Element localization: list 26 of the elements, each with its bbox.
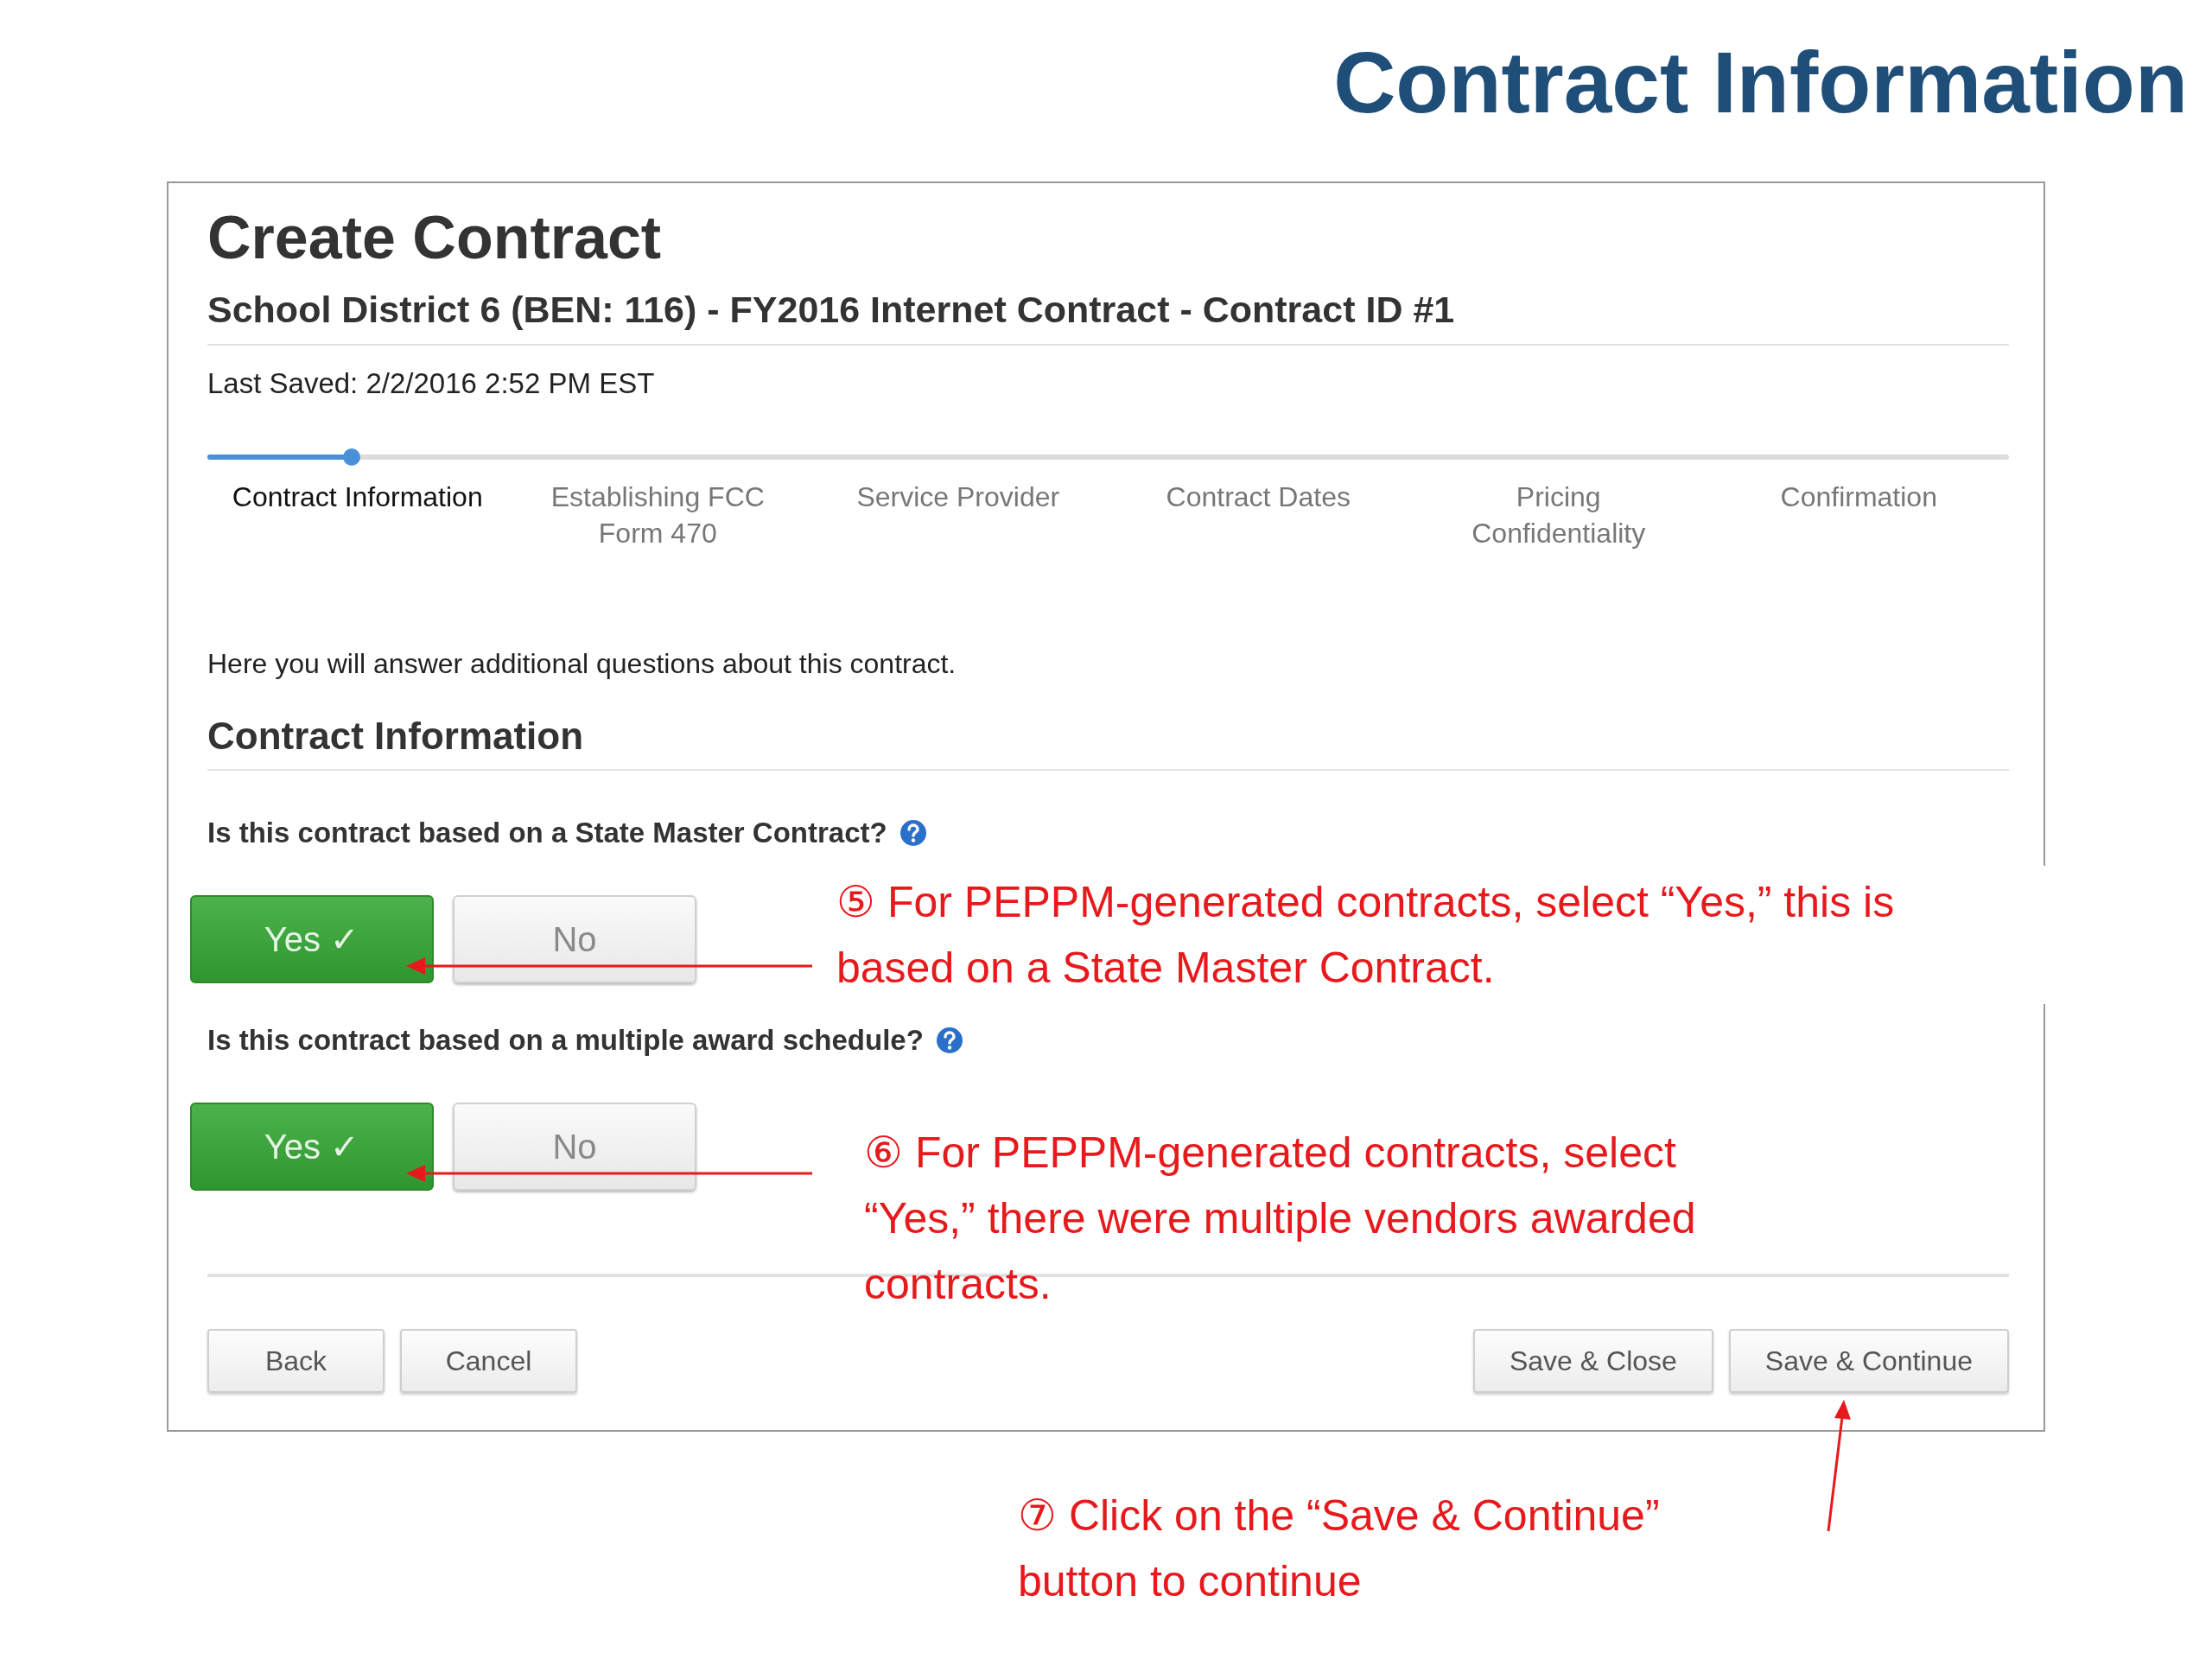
- help-icon[interactable]: [899, 819, 927, 847]
- callout-text: ⑥ For PEPPM-generated contracts, select “Yes,” there were multiple vendors awarded contracts.: [864, 1128, 1697, 1310]
- help-icon[interactable]: [935, 1027, 963, 1054]
- step-label[interactable]: Establishing FCC Form 470: [532, 479, 784, 551]
- save-button[interactable]: Save & Close: [1472, 1329, 1713, 1393]
- slide-title: Contract Information: [1333, 35, 2188, 132]
- nav-button[interactable]: Cancel: [400, 1329, 577, 1393]
- callout-text: ⑦ Click on the “Save & Continue” button to continue: [1018, 1491, 1661, 1607]
- page-heading: Create Contract: [207, 203, 663, 273]
- step-label[interactable]: Contract Dates: [1166, 479, 1351, 515]
- intro-text: Here you will answer additional questions about this contract.: [207, 647, 957, 681]
- step-label[interactable]: Contract Information: [232, 479, 483, 515]
- option-button[interactable]: Yes ✓: [190, 1103, 434, 1191]
- question-label: Is this contract based on a State Master Contract?: [207, 816, 887, 850]
- option-button[interactable]: No: [453, 1103, 696, 1191]
- option-button[interactable]: Yes ✓: [190, 895, 434, 983]
- last-saved-text: Last Saved: 2/2/2016 2:52 PM EST: [207, 366, 655, 401]
- section-heading: Contract Information: [207, 715, 584, 757]
- save-button[interactable]: Save & Continue: [1728, 1329, 2009, 1393]
- step-label[interactable]: Confirmation: [1780, 479, 1937, 515]
- step-label[interactable]: Service Provider: [856, 479, 1060, 515]
- step-label[interactable]: Pricing Confidentiality: [1433, 479, 1684, 551]
- nav-button[interactable]: Back: [207, 1329, 385, 1393]
- question-label: Is this contract based on a multiple award schedule?: [207, 1023, 924, 1058]
- option-button[interactable]: No: [453, 895, 696, 983]
- contract-subtitle: School District 6 (BEN: 116) - FY2016 Internet Contract - Contract ID #1: [207, 289, 1455, 330]
